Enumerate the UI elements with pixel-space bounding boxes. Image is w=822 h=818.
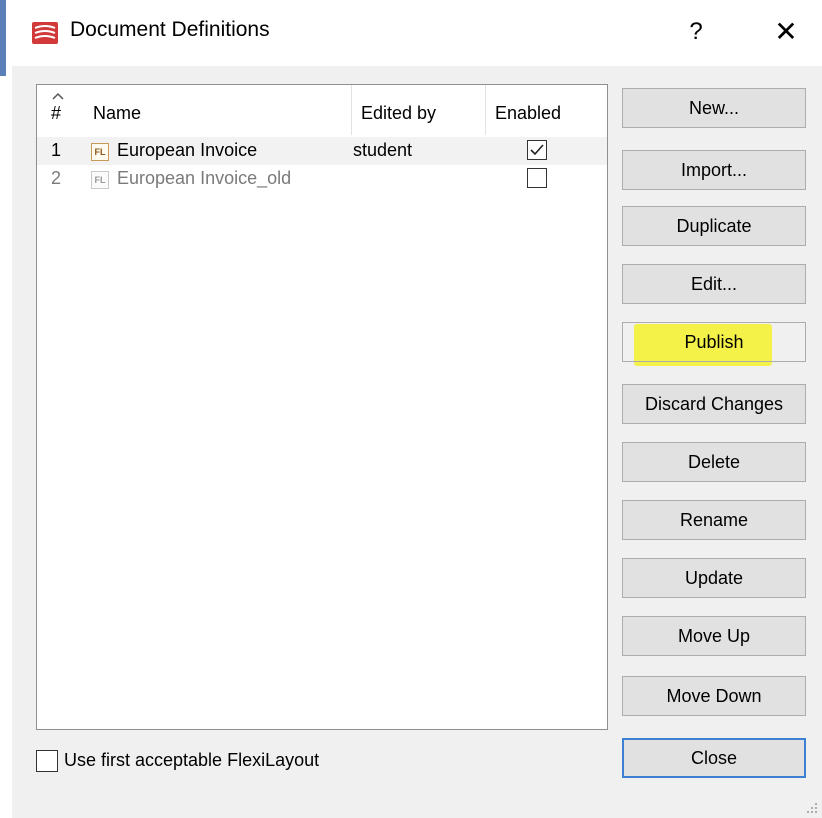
flexilayout-file-icon: FL <box>91 171 109 189</box>
resize-grip-icon[interactable] <box>806 802 818 814</box>
definitions-list[interactable]: # Name Edited by Enabled 1 FL European I… <box>36 84 608 730</box>
row-number: 1 <box>51 140 62 160</box>
duplicate-button[interactable]: Duplicate <box>622 206 806 246</box>
column-header-name[interactable]: Name <box>93 103 141 124</box>
window-edge-accent <box>0 0 6 76</box>
document-definitions-dialog: Document Definitions ? ✕ # Name Edited b… <box>12 0 822 818</box>
column-separator[interactable] <box>351 85 352 135</box>
checkmark-icon <box>530 144 544 156</box>
window-title: Document Definitions <box>70 18 270 41</box>
list-header: # Name Edited by Enabled <box>37 85 607 135</box>
enabled-checkbox[interactable] <box>527 168 547 188</box>
list-item[interactable]: 2 FL European Invoice_old <box>37 165 607 193</box>
new-button[interactable]: New... <box>622 88 806 128</box>
row-name: European Invoice <box>117 140 258 160</box>
delete-button[interactable]: Delete <box>622 442 806 482</box>
rename-button[interactable]: Rename <box>622 500 806 540</box>
row-number: 2 <box>51 168 62 188</box>
column-header-number[interactable]: # <box>51 103 61 124</box>
column-header-enabled[interactable]: Enabled <box>495 103 561 124</box>
move-up-button[interactable]: Move Up <box>622 616 806 656</box>
row-name: European Invoice_old <box>117 168 292 188</box>
sort-ascending-icon[interactable] <box>51 91 65 101</box>
row-edited-by: student <box>353 140 413 160</box>
import-button[interactable]: Import... <box>622 150 806 190</box>
discard-changes-button[interactable]: Discard Changes <box>622 384 806 424</box>
use-first-acceptable-checkbox[interactable] <box>36 750 58 772</box>
update-button[interactable]: Update <box>622 558 806 598</box>
help-button[interactable]: ? <box>676 14 716 50</box>
edit-button[interactable]: Edit... <box>622 264 806 304</box>
title-bar: Document Definitions ? ✕ <box>12 0 822 66</box>
enabled-checkbox[interactable] <box>527 140 547 160</box>
use-first-acceptable-label[interactable]: Use first acceptable FlexiLayout <box>64 750 319 771</box>
flexilayout-file-icon: FL <box>91 143 109 161</box>
list-item[interactable]: 1 FL European Invoice student <box>37 137 607 165</box>
column-header-edited-by[interactable]: Edited by <box>361 103 436 124</box>
close-button[interactable]: Close <box>622 738 806 778</box>
close-window-button[interactable]: ✕ <box>766 14 806 50</box>
move-down-button[interactable]: Move Down <box>622 676 806 716</box>
publish-button[interactable]: Publish <box>622 322 806 362</box>
column-separator[interactable] <box>485 85 486 135</box>
app-logo-icon <box>32 22 58 44</box>
